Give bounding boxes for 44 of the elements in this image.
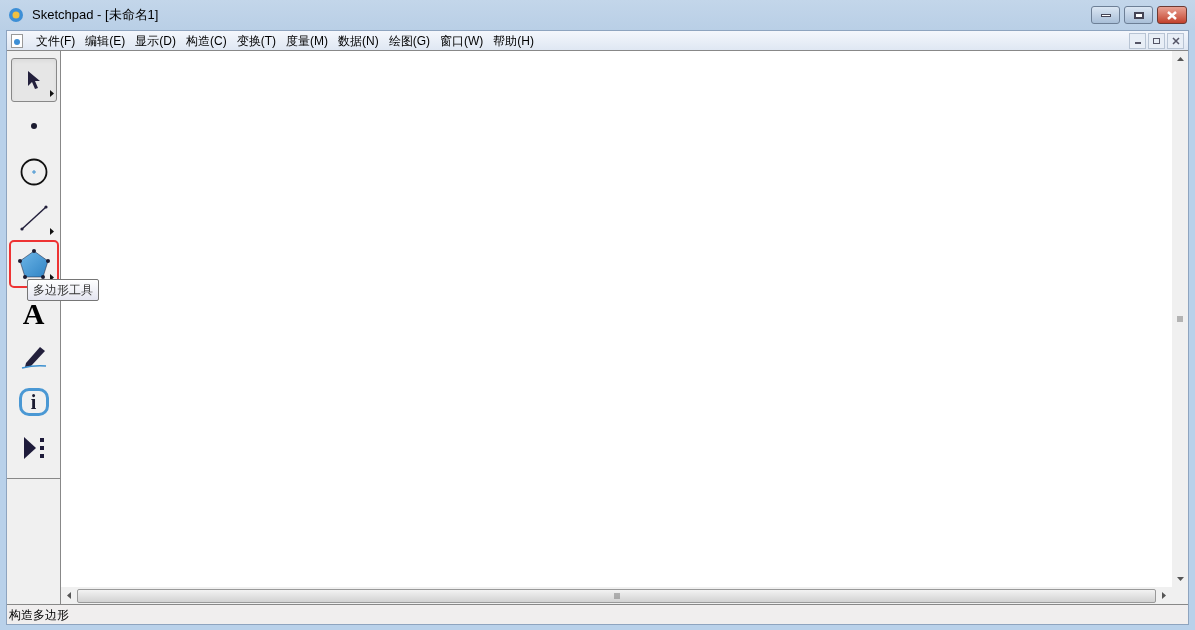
minimize-document-button[interactable]	[1129, 32, 1146, 49]
document-icon	[11, 33, 23, 48]
info-bubble-icon: i	[18, 388, 49, 416]
close-button[interactable]	[1157, 6, 1187, 24]
play-dots-icon	[21, 435, 46, 461]
restore-document-button[interactable]	[1148, 32, 1165, 49]
circle-icon	[19, 158, 48, 186]
close-icon	[1167, 10, 1177, 20]
window-title: Sketchpad - [未命名1]	[32, 6, 159, 25]
grip-icon	[1177, 316, 1183, 322]
menu-item[interactable]: 帮助(H)	[488, 31, 539, 50]
minimize-button[interactable]	[1091, 6, 1120, 24]
menu-item[interactable]: 度量(M)	[281, 31, 333, 50]
menu-item[interactable]: 窗口(W)	[435, 31, 489, 50]
tool-button[interactable]	[10, 58, 57, 102]
status-text: 构造多边形	[9, 606, 69, 624]
horizontal-scroll-thumb[interactable]	[77, 588, 1156, 603]
close-document-button[interactable]	[1167, 32, 1184, 49]
menu-item[interactable]: 构造(C)	[181, 31, 232, 50]
scroll-right-arrow-icon	[1162, 592, 1166, 599]
menu-item[interactable]: 文件(F)	[31, 31, 81, 50]
tooltip: 多边形工具	[27, 279, 99, 301]
app-logo-icon	[8, 7, 24, 23]
scroll-down-arrow-icon	[1176, 577, 1184, 581]
menu-item[interactable]: 变换(T)	[231, 31, 281, 50]
menu-item[interactable]: 编辑(E)	[80, 31, 131, 50]
submenu-triangle-icon	[49, 228, 54, 235]
maximize-button[interactable]	[1124, 6, 1153, 24]
point-icon	[30, 123, 37, 129]
menu-item[interactable]: 数据(N)	[333, 31, 384, 50]
pentagon-icon	[17, 249, 50, 279]
submenu-triangle-icon	[49, 90, 54, 97]
submenu-triangle-icon	[49, 274, 54, 281]
line-segment-icon	[19, 205, 48, 231]
pointer-arrow-icon	[25, 70, 42, 90]
close-icon	[1171, 36, 1180, 45]
text-tool-glyph: A	[22, 299, 45, 329]
tool-button[interactable]: i	[10, 380, 57, 424]
tool-button[interactable]	[10, 242, 57, 286]
scroll-up-arrow-icon	[1176, 57, 1184, 61]
menu-item[interactable]: 显示(D)	[130, 31, 181, 50]
menu-item[interactable]: 绘图(G)	[383, 31, 435, 50]
scroll-left-arrow-icon	[67, 592, 71, 599]
grip-icon	[613, 592, 620, 599]
